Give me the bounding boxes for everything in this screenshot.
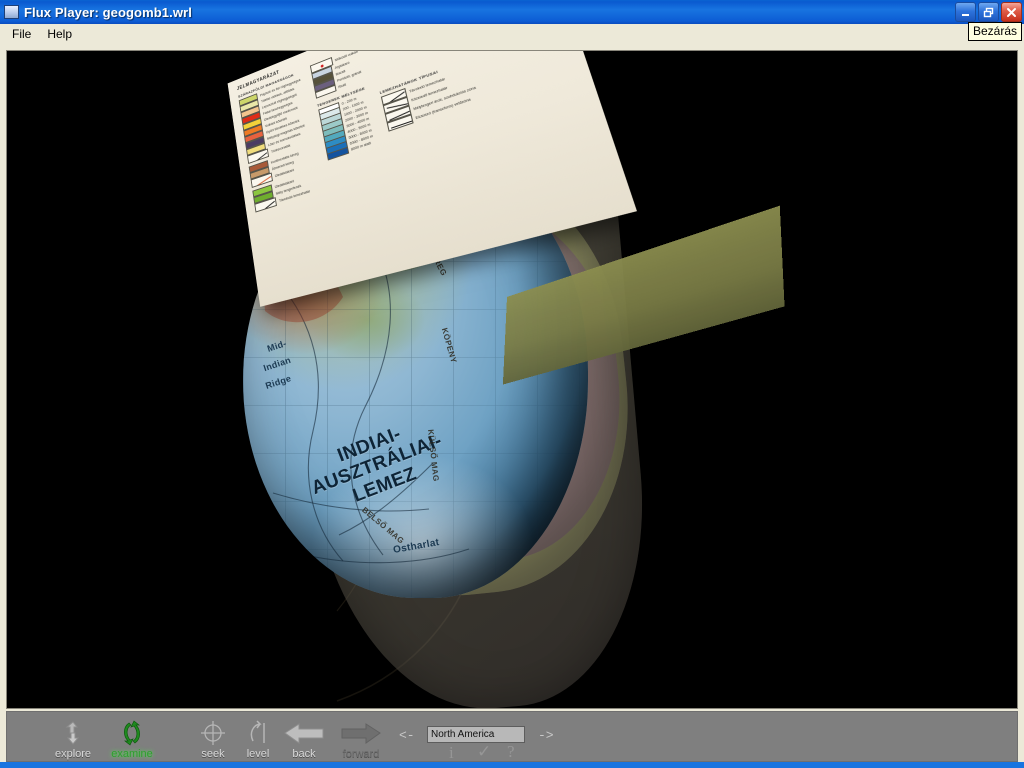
question-mark-icon: ? <box>507 742 515 761</box>
viewpoint-next-label: -> <box>538 728 554 743</box>
close-button-tooltip: Bezárás <box>967 22 1022 41</box>
forward-arrow-icon <box>332 718 390 748</box>
menu-item-file[interactable]: File <box>4 25 39 43</box>
window-controls <box>955 2 1022 22</box>
app-window-icon <box>4 5 19 19</box>
explore-icon <box>44 718 102 748</box>
check-button[interactable]: ✓ <box>477 743 491 762</box>
legend-column-depth: Működő vulkán Jégtakaró Bazalt Peridotit… <box>309 51 384 188</box>
3d-scene: Mid- Indian Ridge Ostharlat INDIAI- AUSZ… <box>7 51 1017 708</box>
back-arrow-icon <box>275 718 333 748</box>
help-button[interactable]: ? <box>507 743 515 762</box>
mode-button-examine[interactable]: examine <box>103 718 161 760</box>
mode-label-explore: explore <box>54 748 92 760</box>
title-bar[interactable]: Flux Player: geogomb1.wrl <box>0 0 1024 24</box>
check-icon: ✓ <box>477 742 492 761</box>
menu-bar: File Help <box>0 24 1024 44</box>
viewpoint-next-button[interactable]: -> <box>538 726 554 744</box>
nav-button-forward[interactable]: forward <box>332 718 390 760</box>
client-area: Mid- Indian Ridge Ostharlat INDIAI- AUSZ… <box>0 44 1024 768</box>
navigation-toolbar: explore examine seek level back forward … <box>6 711 1018 762</box>
close-button[interactable] <box>1001 2 1022 22</box>
viewpoint-prev-button[interactable]: <- <box>399 726 415 744</box>
nav-button-back[interactable]: back <box>275 718 333 760</box>
window-bottom-edge <box>0 762 1024 768</box>
restore-icon <box>983 7 994 17</box>
menu-item-help[interactable]: Help <box>39 25 80 43</box>
mode-button-explore[interactable]: explore <box>44 718 102 760</box>
viewport-frame: Mid- Indian Ridge Ostharlat INDIAI- AUSZ… <box>6 50 1018 709</box>
viewpoint-prev-label: <- <box>399 728 415 743</box>
viewpoint-input[interactable] <box>427 726 525 743</box>
legend-column-symbols: LEMEZHATÁROK TÍPUSAI Távolodó lemezhatár… <box>379 58 490 168</box>
nav-label-back: back <box>292 748 316 760</box>
flux-player-window: Flux Player: geogomb1.wrl Bezárás File H… <box>0 0 1024 768</box>
minimize-button[interactable] <box>955 2 976 22</box>
window-title: Flux Player: geogomb1.wrl <box>24 4 192 20</box>
info-button[interactable]: i <box>449 744 454 763</box>
nav-label-forward: forward <box>342 748 380 760</box>
legend-label: Riolit <box>338 82 347 89</box>
3d-viewport[interactable]: Mid- Indian Ridge Ostharlat INDIAI- AUSZ… <box>7 51 1017 708</box>
mode-label-examine: examine <box>111 748 153 760</box>
viewpoint-field-wrap <box>427 724 525 743</box>
minimize-icon <box>962 13 969 16</box>
examine-icon <box>103 718 161 748</box>
legend-column-terrain: SZÁRAZFÖLDI MAGASSÁGOK Pajzsok és ősi rö… <box>238 70 321 213</box>
restore-button[interactable] <box>978 2 999 22</box>
close-icon <box>1007 7 1016 17</box>
info-icon: i <box>449 743 454 762</box>
